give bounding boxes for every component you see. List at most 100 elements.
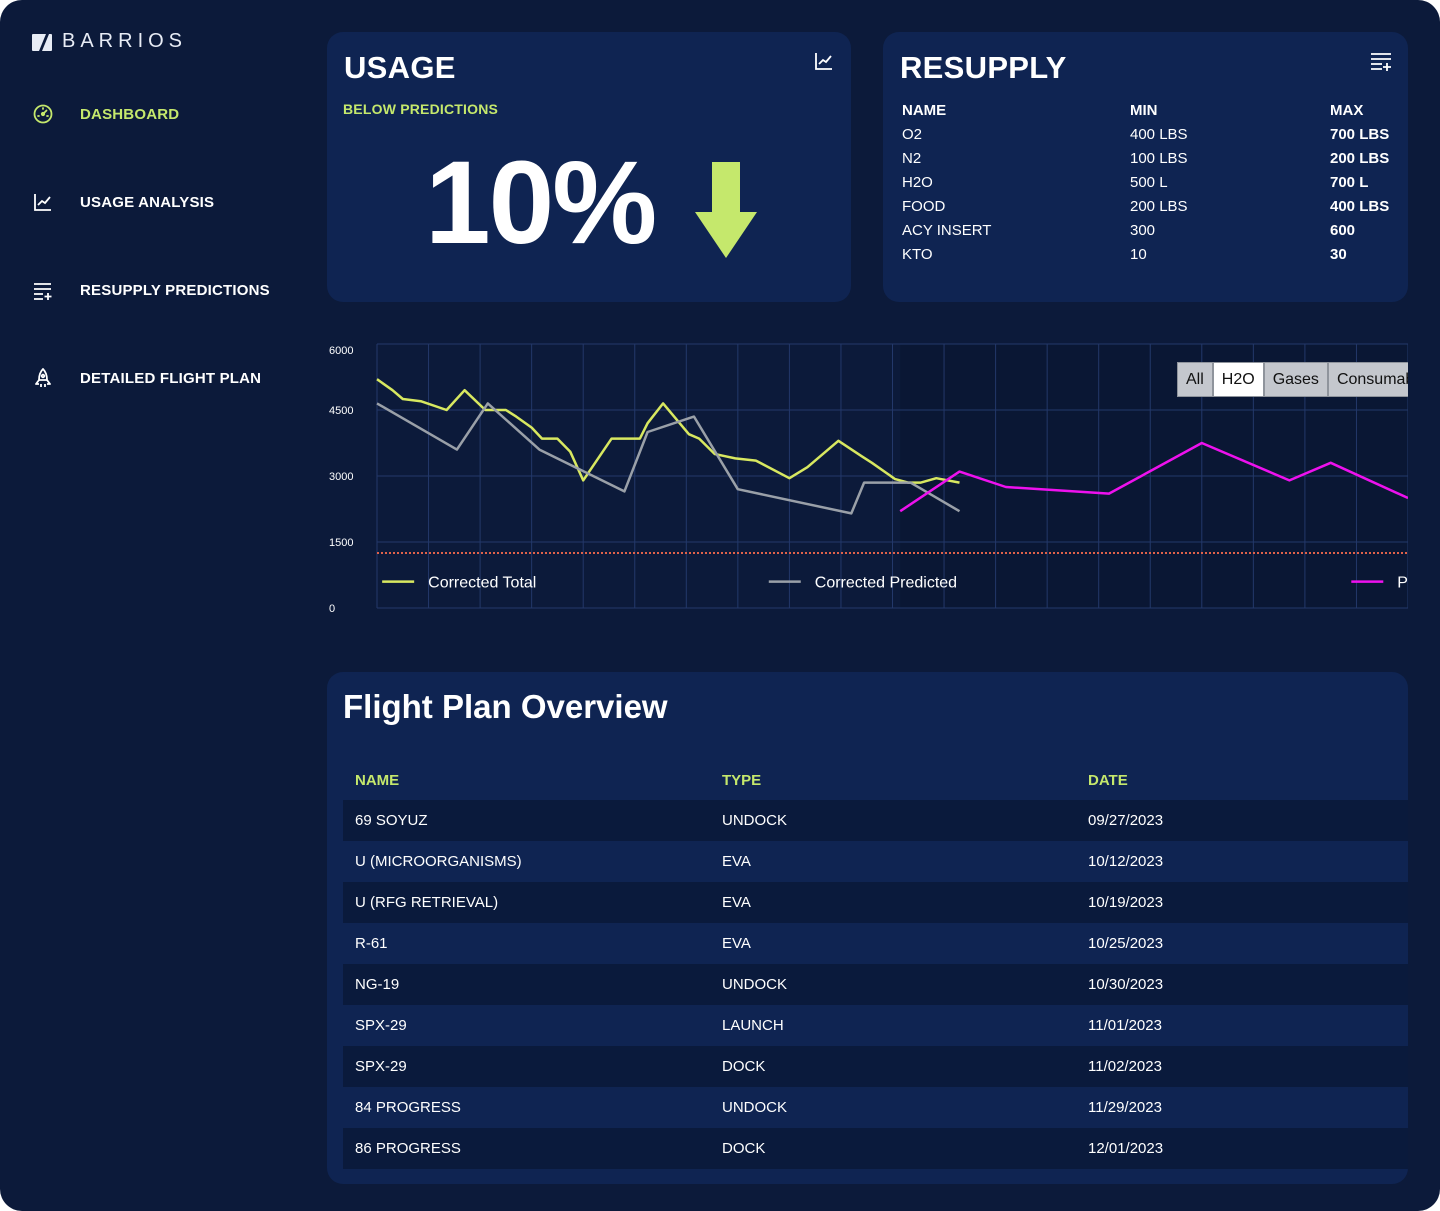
resupply-table: NAME MIN MAX O2 400 LBS 700 LBS N2 100 L… xyxy=(902,98,1392,266)
table-row: FOOD 200 LBS 400 LBS xyxy=(902,194,1392,218)
arrow-down-icon xyxy=(695,162,757,263)
event-type: EVA xyxy=(722,894,751,911)
event-type: LAUNCH xyxy=(722,1017,784,1034)
column-header[interactable]: DATE xyxy=(1076,760,1408,800)
resupply-max: 30 xyxy=(1330,245,1347,263)
series-line-corrected-total xyxy=(376,378,960,484)
usage-status: BELOW PREDICTIONS xyxy=(343,101,499,117)
event-type: EVA xyxy=(722,935,751,952)
event-name: R-61 xyxy=(355,935,388,952)
chart-filter-tabs: All H2O Gases Consumables xyxy=(1177,362,1408,397)
tab-all[interactable]: All xyxy=(1177,362,1213,397)
y-tick-label: 4500 xyxy=(329,405,353,417)
event-name: NG-19 xyxy=(355,976,400,993)
flight-plan-card: Flight Plan Overview NAME TYPE DATE 69 S… xyxy=(327,672,1408,1184)
legend-label: Corrected Predicted xyxy=(815,575,957,592)
table-row[interactable]: SPX-29 DOCK 11/02/2023 xyxy=(343,1046,1408,1087)
usage-chart: 6000 4500 3000 1500 0 Corrected Total Correcte… xyxy=(325,338,1408,628)
column-header: MIN xyxy=(1130,101,1158,119)
event-name: SPX-29 xyxy=(355,1058,407,1075)
table-row[interactable]: 84 PROGRESS UNDOCK 11/29/2023 xyxy=(343,1087,1408,1128)
sidebar-item-resupply-predictions[interactable]: RESUPPLY PREDICTIONS xyxy=(32,279,270,301)
y-tick-label: 6000 xyxy=(329,345,353,357)
event-type: DOCK xyxy=(722,1140,766,1157)
tab-consumables[interactable]: Consumables xyxy=(1327,362,1408,397)
usage-card: USAGE BELOW PREDICTIONS 10% xyxy=(327,32,851,302)
table-row: N2 100 LBS 200 LBS xyxy=(902,146,1392,170)
event-date: 10/30/2023 xyxy=(1088,976,1164,993)
table-row[interactable]: SPX-29 LAUNCH 11/01/2023 xyxy=(343,1005,1408,1046)
y-tick-label: 1500 xyxy=(329,537,353,549)
usage-percentage: 10% xyxy=(425,137,657,269)
sidebar-item-label: DASHBOARD xyxy=(80,105,180,123)
resupply-name: ACY INSERT xyxy=(902,221,992,239)
event-date: 11/29/2023 xyxy=(1088,1099,1162,1116)
gauge-icon xyxy=(32,103,54,125)
flight-plan-table: NAME TYPE DATE 69 SOYUZ UNDOCK 09/27/202… xyxy=(343,760,1408,1169)
list-add-icon[interactable] xyxy=(1370,50,1392,72)
table-row[interactable]: R-61 EVA 10/25/2023 xyxy=(343,923,1408,964)
resupply-max: 700 LBS xyxy=(1330,125,1390,143)
table-row[interactable]: U (RFG RETRIEVAL) EVA 10/19/2023 xyxy=(343,882,1408,923)
brand-name: BARRIOS xyxy=(62,30,188,52)
sidebar-item-detailed-flight-plan[interactable]: DETAILED FLIGHT PLAN xyxy=(32,367,261,389)
event-name: U (RFG RETRIEVAL) xyxy=(355,894,499,911)
table-row[interactable]: 86 PROGRESS DOCK 12/01/2023 xyxy=(343,1128,1408,1169)
resupply-name: KTO xyxy=(902,245,933,263)
resupply-max: 200 LBS xyxy=(1330,149,1390,167)
column-header[interactable]: TYPE xyxy=(710,760,1076,800)
table-row: ACY INSERT 300 600 xyxy=(902,218,1392,242)
table-row[interactable]: 69 SOYUZ UNDOCK 09/27/2023 xyxy=(343,800,1408,841)
resupply-max: 700 L xyxy=(1330,173,1369,191)
y-tick-label: 0 xyxy=(329,603,335,615)
brand-logo[interactable]: BARRIOS xyxy=(32,30,187,53)
sidebar-item-dashboard[interactable]: DASHBOARD xyxy=(32,103,179,125)
table-row: KTO 10 30 xyxy=(902,242,1392,266)
resupply-max: 400 LBS xyxy=(1330,197,1390,215)
resupply-max: 600 xyxy=(1330,221,1356,239)
flight-plan-title: Flight Plan Overview xyxy=(343,688,668,725)
column-header[interactable]: NAME xyxy=(343,760,710,800)
table-row[interactable]: NG-19 UNDOCK 10/30/2023 xyxy=(343,964,1408,1005)
usage-title: USAGE xyxy=(344,50,456,85)
table-row[interactable]: U (MICROORGANISMS) EVA 10/12/2023 xyxy=(343,841,1408,882)
event-date: 09/27/2023 xyxy=(1088,812,1164,829)
event-name: SPX-29 xyxy=(355,1017,407,1034)
resupply-name: O2 xyxy=(902,125,923,143)
resupply-min: 200 LBS xyxy=(1130,197,1188,215)
event-type: EVA xyxy=(722,853,751,870)
y-tick-label: 3000 xyxy=(329,471,353,483)
event-type: UNDOCK xyxy=(722,1099,788,1116)
event-type: UNDOCK xyxy=(722,812,788,829)
event-name: 84 PROGRESS xyxy=(355,1099,461,1116)
resupply-title: RESUPPLY xyxy=(900,50,1067,85)
app-window: BARRIOS DASHBOARD USAGE ANALYSIS RESUPPL… xyxy=(0,0,1440,1211)
event-name: U (MICROORGANISMS) xyxy=(355,853,522,870)
rocket-icon xyxy=(32,367,54,389)
tab-gases[interactable]: Gases xyxy=(1263,362,1328,397)
event-date: 11/02/2023 xyxy=(1088,1058,1162,1075)
sidebar-item-label: RESUPPLY PREDICTIONS xyxy=(80,281,270,299)
table-header-row: NAME TYPE DATE xyxy=(343,760,1408,800)
event-date: 10/25/2023 xyxy=(1088,935,1164,952)
sidebar-item-usage-analysis[interactable]: USAGE ANALYSIS xyxy=(32,191,214,213)
event-date: 10/12/2023 xyxy=(1088,853,1164,870)
column-header: NAME xyxy=(902,101,947,119)
barrios-logo-icon xyxy=(32,33,52,51)
event-type: DOCK xyxy=(722,1058,766,1075)
legend-label: Predicted xyxy=(1397,575,1408,592)
line-chart-icon[interactable] xyxy=(813,50,835,72)
resupply-name: FOOD xyxy=(902,197,946,215)
table-header-row: NAME MIN MAX xyxy=(902,98,1392,122)
event-date: 11/01/2023 xyxy=(1088,1017,1162,1034)
tab-h2o[interactable]: H2O xyxy=(1212,362,1264,397)
table-row: H2O 500 L 700 L xyxy=(902,170,1392,194)
resupply-name: H2O xyxy=(902,173,933,191)
legend-label: Corrected Total xyxy=(428,575,536,592)
resupply-min: 300 xyxy=(1130,221,1156,239)
resupply-min: 400 LBS xyxy=(1130,125,1188,143)
sidebar-item-label: USAGE ANALYSIS xyxy=(80,193,215,211)
resupply-name: N2 xyxy=(902,149,922,167)
event-name: 69 SOYUZ xyxy=(355,812,428,829)
resupply-card: RESUPPLY NAME MIN MAX O2 400 LBS 700 LBS xyxy=(883,32,1408,302)
